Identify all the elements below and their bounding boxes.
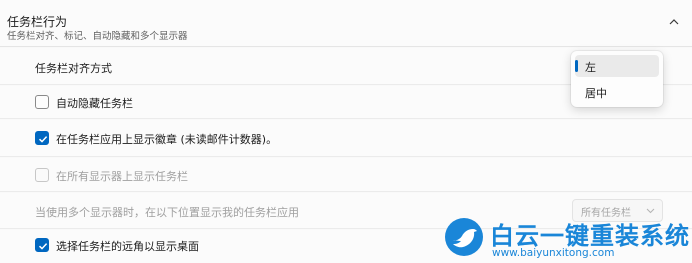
- alignment-option-left[interactable]: 左: [575, 55, 659, 77]
- selection-indicator: [575, 60, 578, 72]
- far-corner-label: 选择任务栏的远角以显示桌面: [56, 240, 199, 253]
- watermark: 白云一键重装系统 www.baiyunxitong.com: [444, 215, 692, 263]
- auto-hide-checkbox[interactable]: [35, 95, 49, 109]
- watermark-text: 白云一键重装系统: [490, 222, 690, 250]
- all-displays-row: 在所有显示器上显示任务栏: [0, 158, 692, 192]
- alignment-dropdown-menu: 左 居中: [571, 51, 663, 107]
- checkmark-icon: [38, 136, 48, 143]
- taskbar-behaviors-panel: 任务栏行为 任务栏对齐、标记、自动隐藏和多个显示器 任务栏对齐方式 自动隐藏任务…: [0, 0, 692, 263]
- alignment-option-center[interactable]: 居中: [575, 81, 659, 103]
- alignment-label: 任务栏对齐方式: [35, 62, 112, 75]
- all-displays-checkbox: [35, 168, 49, 182]
- option-label: 左: [585, 61, 596, 74]
- badges-label: 在任务栏应用上显示徽章 (未读邮件计数器)。: [56, 133, 278, 146]
- chevron-down-icon: [646, 208, 655, 214]
- badges-row[interactable]: 在任务栏应用上显示徽章 (未读邮件计数器)。: [0, 120, 692, 157]
- taskbar-behaviors-header[interactable]: 任务栏行为 任务栏对齐、标记、自动隐藏和多个显示器: [0, 0, 692, 47]
- option-label: 居中: [585, 87, 607, 100]
- bird-logo-icon: [445, 218, 483, 256]
- chevron-up-icon[interactable]: [668, 17, 680, 27]
- badges-checkbox[interactable]: [35, 131, 49, 145]
- auto-hide-label: 自动隐藏任务栏: [56, 97, 133, 110]
- section-subtitle: 任务栏对齐、标记、自动隐藏和多个显示器: [7, 31, 188, 42]
- all-displays-label: 在所有显示器上显示任务栏: [56, 170, 188, 183]
- watermark-url: www.baiyunxitong.com: [492, 247, 615, 259]
- checkmark-icon: [38, 243, 48, 250]
- far-corner-checkbox[interactable]: [35, 238, 49, 252]
- multi-display-label: 当使用多个显示器时，在以下位置显示我的任务栏应用: [35, 206, 299, 219]
